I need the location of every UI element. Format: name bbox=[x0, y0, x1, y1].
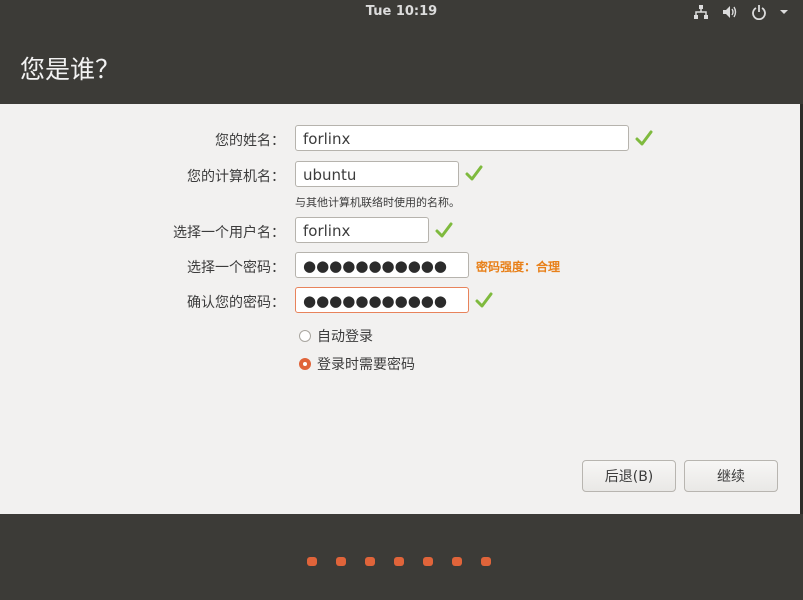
require-password-label: 登录时需要密码 bbox=[317, 357, 415, 373]
auto-login-label: 自动登录 bbox=[317, 329, 373, 345]
name-label: 您的姓名： bbox=[215, 133, 285, 149]
progress-dot bbox=[452, 557, 462, 566]
username-input[interactable]: forlinx bbox=[295, 217, 429, 243]
clock[interactable]: Tue 10:19 bbox=[0, 4, 803, 19]
progress-dot bbox=[365, 557, 375, 566]
progress-dot bbox=[394, 557, 404, 566]
check-icon bbox=[435, 222, 453, 238]
computer-name-label: 您的计算机名： bbox=[187, 169, 285, 185]
password-input[interactable]: ●●●●●●●●●●● bbox=[295, 252, 469, 278]
page-title: 您是谁？ bbox=[20, 55, 121, 84]
system-tray[interactable] bbox=[693, 3, 789, 21]
power-icon[interactable] bbox=[751, 4, 767, 20]
confirm-password-label: 确认您的密码： bbox=[187, 295, 285, 311]
check-icon bbox=[475, 292, 493, 308]
username-label: 选择一个用户名： bbox=[173, 225, 285, 241]
network-icon[interactable] bbox=[693, 4, 709, 20]
volume-icon[interactable] bbox=[721, 4, 739, 20]
computer-name-input[interactable]: ubuntu bbox=[295, 161, 459, 187]
require-password-radio[interactable] bbox=[299, 358, 311, 370]
auto-login-option[interactable]: 自动登录 bbox=[299, 326, 373, 346]
continue-button[interactable]: 继续 bbox=[684, 460, 778, 492]
header bbox=[0, 24, 803, 104]
progress-dot bbox=[481, 557, 491, 566]
progress-dot bbox=[423, 557, 433, 566]
password-strength: 密码强度：合理 bbox=[476, 260, 561, 274]
check-icon bbox=[635, 130, 653, 146]
back-button[interactable]: 后退(B) bbox=[582, 460, 676, 492]
top-panel: Tue 10:19 bbox=[0, 0, 803, 24]
progress-dot bbox=[336, 557, 346, 566]
progress-dot bbox=[307, 557, 317, 566]
check-icon bbox=[465, 165, 483, 181]
computer-name-hint: 与其他计算机联络时使用的名称。 bbox=[295, 196, 460, 209]
confirm-password-input[interactable]: ●●●●●●●●●●● bbox=[295, 287, 469, 313]
password-label: 选择一个密码： bbox=[187, 260, 285, 276]
require-password-option[interactable]: 登录时需要密码 bbox=[299, 354, 415, 374]
name-input[interactable]: forlinx bbox=[295, 125, 629, 151]
chevron-down-icon[interactable] bbox=[779, 8, 789, 16]
auto-login-radio[interactable] bbox=[299, 330, 311, 342]
